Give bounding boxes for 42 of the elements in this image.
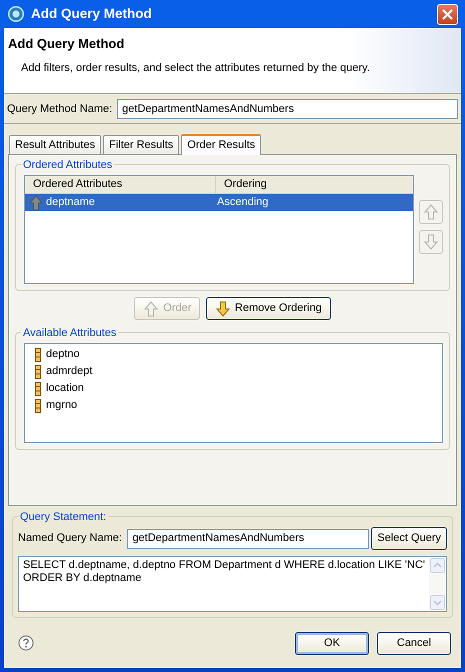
down-arrow-icon <box>423 234 439 250</box>
scroll-down-icon <box>430 595 446 610</box>
column-header: Ordered Attributes <box>32 177 124 192</box>
field-label: Query Method Name: <box>7 102 112 117</box>
query-text-area[interactable]: SELECT d.deptname, d.deptno FROM Department d WHERE d.location LIKE 'NC' ORDER BY d.deptname <box>18 556 447 612</box>
up-arrow-icon <box>143 300 160 316</box>
column-header: Ordering <box>215 176 267 193</box>
query-name-field[interactable]: getDepartmentNamesAndNumbers <box>127 528 369 548</box>
app-icon <box>7 5 25 23</box>
column-icon <box>35 398 41 412</box>
field-label: Named Query Name: <box>18 531 122 546</box>
scroll-up-icon <box>430 558 446 573</box>
table-cell-text: Ascending <box>217 195 268 210</box>
dialog-button[interactable]: Cancel <box>377 632 451 654</box>
list-item[interactable]: deptno <box>46 346 80 363</box>
down-arrow-icon <box>214 300 231 316</box>
order-button[interactable]: Remove Ordering <box>206 297 331 320</box>
query-line: SELECT d.deptname, d.deptno FROM Department d WHERE d.location LIKE 'NC' <box>23 559 426 572</box>
method-name-field[interactable]: getDepartmentNamesAndNumbers <box>117 99 458 119</box>
list-item[interactable]: location <box>46 380 84 397</box>
dialog-button[interactable]: OK <box>295 632 369 654</box>
group-title: Query Statement: <box>18 509 108 526</box>
close-button[interactable] <box>437 4 458 24</box>
table-cell-text: deptname <box>45 195 96 210</box>
close-icon <box>442 8 453 20</box>
select-query-button[interactable]: Select Query <box>371 527 447 550</box>
dialog-heading: Add Query Method <box>8 35 126 53</box>
tab[interactable]: Filter Results <box>103 135 180 154</box>
query-line: ORDER BY d.deptname <box>23 572 142 585</box>
table-row[interactable]: deptname Ascending <box>25 194 412 211</box>
column-icon <box>35 382 41 396</box>
list-item[interactable]: mgrno <box>46 397 78 414</box>
up-arrow-icon <box>28 194 44 210</box>
column-icon <box>35 348 41 362</box>
dialog-description: Add filters, order results, and select the attributes returned by the query. <box>21 60 371 76</box>
window-title: Add Query Method <box>31 4 152 23</box>
column-icon <box>35 364 41 378</box>
tab[interactable]: Order Results <box>181 134 262 155</box>
help-icon <box>18 635 34 651</box>
tab[interactable]: Result Attributes <box>9 135 102 154</box>
list-item[interactable]: admrdept <box>46 363 92 380</box>
up-arrow-icon <box>423 204 439 220</box>
